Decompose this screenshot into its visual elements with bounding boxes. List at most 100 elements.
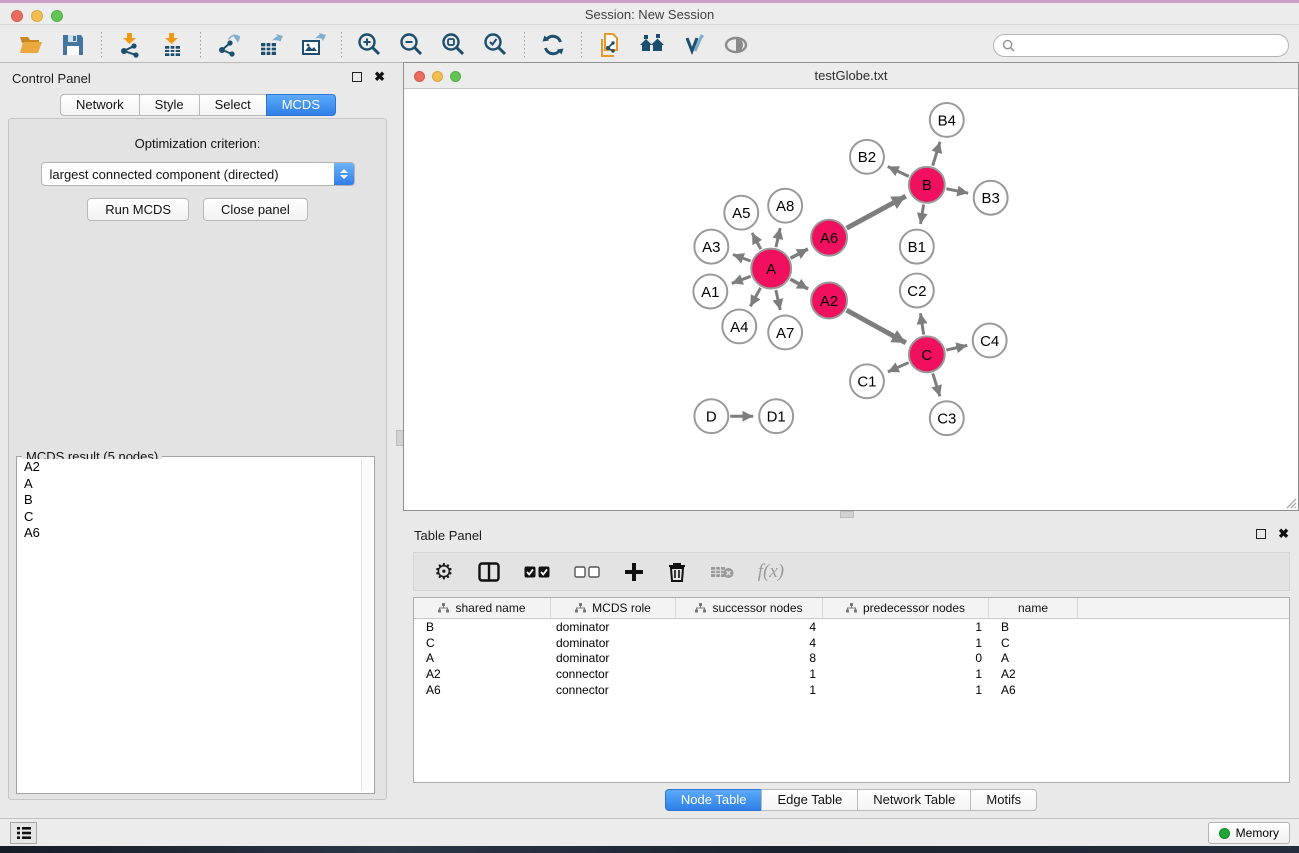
column-header-shared-name[interactable]: shared name [414,598,551,618]
edge-A-A6[interactable] [791,249,808,258]
table-row[interactable]: Bdominator41B [414,619,1289,635]
import-table-file-icon[interactable] [157,30,187,60]
node-A7[interactable]: A7 [768,315,802,349]
node-B3[interactable]: B3 [974,181,1008,215]
resize-grip-icon[interactable] [1283,495,1297,509]
node-C[interactable]: C [909,336,945,372]
mcds-result-item[interactable]: C [19,509,372,526]
float-panel-icon[interactable] [352,72,362,82]
column-header-successor-nodes[interactable]: successor nodes [676,598,823,618]
edge-A6-B[interactable] [847,196,906,228]
mcds-result-list[interactable]: A2ABCA6 [19,459,372,791]
import-network-file-icon[interactable] [115,30,145,60]
node-A4[interactable]: A4 [722,309,756,343]
node-A[interactable]: A [751,249,791,289]
node-B4[interactable]: B4 [930,103,964,137]
edge-C-C2[interactable] [920,313,923,334]
select-all-checkboxes-icon[interactable] [524,566,550,578]
edge-A-A5[interactable] [752,233,761,249]
node-A1[interactable]: A1 [693,275,727,309]
function-builder-icon[interactable]: f(x) [758,561,784,583]
column-header-predecessor-nodes[interactable]: predecessor nodes [823,598,989,618]
tab-style[interactable]: Style [139,94,200,116]
node-A6[interactable]: A6 [811,220,847,256]
network-canvas[interactable]: AA1A2A3A4A5A6A7A8BB1B2B3B4CC1C2C3C4DD1 [404,89,1298,510]
close-panel-button[interactable]: Close panel [203,198,308,221]
save-session-icon[interactable] [58,30,88,60]
clone-network-icon[interactable] [595,30,625,60]
export-table-icon[interactable] [256,30,286,60]
node-B1[interactable]: B1 [900,230,934,264]
mcds-result-item[interactable]: A [19,476,372,493]
node-C2[interactable]: C2 [900,274,934,308]
edge-B-B4[interactable] [933,142,940,166]
add-column-icon[interactable] [624,562,644,582]
search-input[interactable] [1015,39,1288,53]
validate-style-icon[interactable] [679,30,709,60]
table-row[interactable]: Adominator80A [414,651,1289,667]
deselect-all-checkboxes-icon[interactable] [574,566,600,578]
column-header-name[interactable]: name [989,598,1078,618]
edge-B-B2[interactable] [888,167,909,177]
tab-node-table[interactable]: Node Table [665,789,763,811]
float-table-panel-icon[interactable] [1256,529,1266,539]
tab-network[interactable]: Network [60,94,140,116]
search-field[interactable] [993,34,1289,57]
edge-A-A8[interactable] [776,228,780,247]
run-mcds-button[interactable]: Run MCDS [87,198,189,221]
task-history-button[interactable] [10,822,37,844]
zoom-out-icon[interactable] [397,30,427,60]
node-D1[interactable]: D1 [759,399,793,433]
close-table-panel-icon[interactable]: ✖ [1278,529,1289,539]
edge-A-A2[interactable] [790,279,808,289]
zoom-selected-icon[interactable] [481,30,511,60]
edge-C-C4[interactable] [946,345,967,350]
zoom-in-icon[interactable] [355,30,385,60]
edge-B-B3[interactable] [946,189,968,193]
node-C4[interactable]: C4 [973,323,1007,357]
table-options-gear-icon[interactable]: ⚙ [434,561,454,583]
delete-table-icon[interactable] [710,565,734,579]
node-C1[interactable]: C1 [850,364,884,398]
mcds-result-item[interactable]: A6 [19,525,372,542]
zoom-fit-icon[interactable] [439,30,469,60]
node-A8[interactable]: A8 [768,189,802,223]
tab-motifs[interactable]: Motifs [970,789,1037,811]
table-row[interactable]: A2connector11A2 [414,666,1289,682]
column-selector-icon[interactable] [478,562,500,582]
network-graph[interactable]: AA1A2A3A4A5A6A7A8BB1B2B3B4CC1C2C3C4DD1 [404,89,1298,510]
tab-select[interactable]: Select [199,94,267,116]
open-session-icon[interactable] [16,30,46,60]
toggle-graphics-details-icon[interactable] [721,30,751,60]
edge-A2-C[interactable] [847,310,906,343]
refresh-view-icon[interactable] [538,30,568,60]
node-A5[interactable]: A5 [724,196,758,230]
node-D[interactable]: D [694,399,728,433]
node-B[interactable]: B [909,167,945,203]
optimization-criterion-dropdown[interactable]: largest connected component (directed) [41,162,355,186]
column-header-MCDS-role[interactable]: MCDS role [551,598,676,618]
mcds-result-scrollbar[interactable] [361,459,372,791]
edge-A-A7[interactable] [776,290,780,310]
horizontal-split-grip[interactable] [840,511,854,518]
table-row[interactable]: A6connector11A6 [414,682,1289,698]
edge-B-B1[interactable] [920,204,923,224]
node-C3[interactable]: C3 [930,401,964,435]
edge-C-C3[interactable] [933,373,940,396]
node-B2[interactable]: B2 [850,140,884,174]
tab-edge-table[interactable]: Edge Table [761,789,858,811]
export-network-icon[interactable] [214,30,244,60]
home-view-icon[interactable] [637,30,667,60]
close-panel-icon[interactable]: ✖ [374,72,385,82]
table-row[interactable]: Cdominator41C [414,635,1289,651]
edge-A-A4[interactable] [750,288,760,307]
edge-C-C1[interactable] [888,363,909,372]
edge-A-A3[interactable] [733,255,751,261]
node-A2[interactable]: A2 [811,283,847,319]
memory-button[interactable]: Memory [1208,822,1290,844]
tab-network-table[interactable]: Network Table [857,789,971,811]
edge-A-A1[interactable] [732,276,751,283]
tab-mcds[interactable]: MCDS [266,94,336,116]
delete-column-trash-icon[interactable] [668,562,686,582]
mcds-result-item[interactable]: B [19,492,372,509]
